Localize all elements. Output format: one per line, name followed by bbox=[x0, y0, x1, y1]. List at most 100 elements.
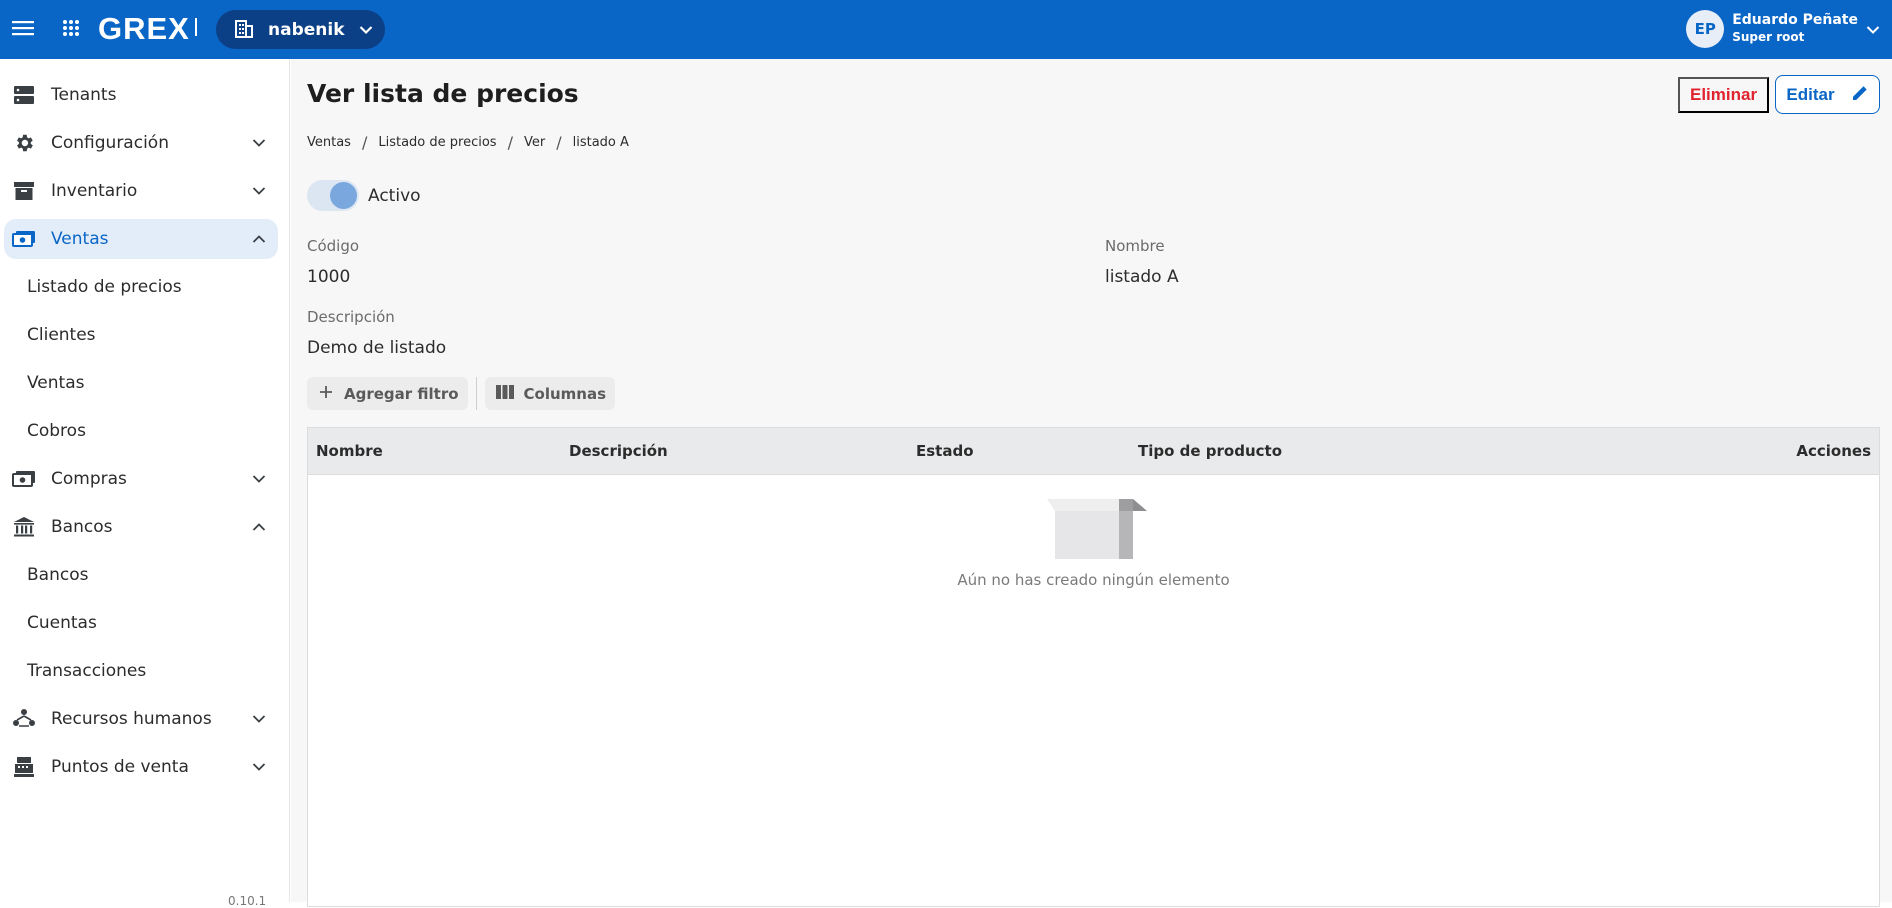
breadcrumb-current: listado A bbox=[572, 135, 629, 150]
user-name: Eduardo Peñate bbox=[1732, 12, 1858, 28]
toolbar-divider bbox=[475, 377, 477, 410]
sidebar-item-label: Bancos bbox=[27, 565, 89, 585]
app-version: 0.10.1 bbox=[228, 894, 267, 908]
breadcrumb-separator: / bbox=[507, 133, 513, 152]
breadcrumb: Ventas / Listado de precios / Ver / list… bbox=[307, 133, 629, 152]
sidebar-subitem-listado-de-precios[interactable]: Listado de precios bbox=[4, 267, 278, 307]
empty-box-icon bbox=[1041, 497, 1153, 561]
name-label: Nombre bbox=[1105, 237, 1165, 255]
column-header-estado[interactable]: Estado bbox=[916, 442, 974, 460]
sidebar-subitem-ventas[interactable]: Ventas bbox=[4, 363, 278, 403]
chevron-down-icon bbox=[1866, 20, 1880, 39]
chevron-down-icon bbox=[359, 20, 373, 39]
breadcrumb-ver[interactable]: Ver bbox=[524, 135, 545, 150]
sidebar-item-label: Cuentas bbox=[27, 613, 97, 633]
delete-button[interactable]: Eliminar bbox=[1678, 77, 1770, 113]
table-toolbar: Agregar filtro Columnas bbox=[307, 377, 616, 410]
column-header-tipo-de-producto[interactable]: Tipo de producto bbox=[1138, 442, 1282, 460]
sidebar-subitem-bancos[interactable]: Bancos bbox=[4, 555, 278, 595]
chevron-down-icon bbox=[250, 470, 268, 488]
apps-grid-icon[interactable] bbox=[58, 15, 84, 41]
user-role: Super root bbox=[1732, 30, 1805, 44]
breadcrumb-listado-de-precios[interactable]: Listado de precios bbox=[378, 135, 496, 150]
page-title: Ver lista de precios bbox=[307, 79, 579, 108]
breadcrumb-ventas[interactable]: Ventas bbox=[307, 135, 351, 150]
sidebar-subitem-clientes[interactable]: Clientes bbox=[4, 315, 278, 355]
column-header-nombre[interactable]: Nombre bbox=[316, 442, 383, 460]
sidebar-item-label: Compras bbox=[51, 469, 127, 489]
breadcrumb-separator: / bbox=[556, 133, 562, 152]
sidebar-item-label: Configuración bbox=[51, 133, 169, 153]
sidebar-item-tenants[interactable]: Tenants bbox=[4, 75, 278, 115]
edit-button-label: Editar bbox=[1786, 84, 1835, 104]
empty-state-text: Aún no has creado ningún elemento bbox=[957, 571, 1230, 589]
add-filter-label: Agregar filtro bbox=[344, 384, 459, 403]
breadcrumb-separator: / bbox=[361, 133, 368, 152]
chevron-down-icon bbox=[250, 758, 268, 776]
sidebar-item-configuracion[interactable]: Configuración bbox=[4, 123, 278, 163]
sidebar-item-label: Transacciones bbox=[27, 661, 147, 681]
sidebar-item-label: Tenants bbox=[51, 85, 117, 105]
active-toggle-label: Activo bbox=[368, 185, 421, 206]
hamburger-menu-icon[interactable] bbox=[10, 15, 36, 41]
sidebar-subitem-cuentas[interactable]: Cuentas bbox=[4, 603, 278, 643]
name-value: listado A bbox=[1105, 267, 1179, 287]
top-app-bar: GREX nabenik EP Eduardo Peñate Super roo… bbox=[0, 0, 1892, 59]
price-list-table: Nombre Descripción Estado Tipo de produc… bbox=[307, 427, 1880, 907]
toggle-knob bbox=[330, 182, 357, 209]
cash-icon bbox=[12, 468, 36, 490]
chevron-up-icon bbox=[250, 230, 268, 248]
building-icon bbox=[234, 18, 254, 42]
empty-state: Aún no has creado ningún elemento bbox=[308, 475, 1879, 605]
app-logo[interactable]: GREX bbox=[98, 11, 190, 47]
sidebar: Tenants Configuración Inventario Ventas … bbox=[0, 59, 290, 908]
sidebar-subitem-cobros[interactable]: Cobros bbox=[4, 411, 278, 451]
tenant-selector[interactable]: nabenik bbox=[216, 10, 385, 49]
archive-icon bbox=[12, 180, 36, 202]
columns-button[interactable]: Columnas bbox=[484, 377, 616, 410]
code-label: Código bbox=[307, 237, 360, 255]
chevron-down-icon bbox=[250, 182, 268, 200]
gear-icon bbox=[12, 132, 36, 154]
add-filter-button[interactable]: Agregar filtro bbox=[307, 377, 468, 410]
cash-icon bbox=[12, 228, 36, 250]
user-menu[interactable]: EP Eduardo Peñate Super root bbox=[1686, 8, 1880, 50]
avatar: EP bbox=[1686, 10, 1725, 48]
table-header: Nombre Descripción Estado Tipo de produc… bbox=[308, 428, 1879, 475]
sidebar-item-label: Puntos de venta bbox=[51, 757, 189, 777]
logo-divider bbox=[195, 18, 197, 36]
sidebar-item-label: Cobros bbox=[27, 421, 86, 441]
sidebar-item-label: Listado de precios bbox=[27, 277, 182, 297]
pencil-icon bbox=[1851, 84, 1869, 105]
sidebar-item-label: Ventas bbox=[51, 229, 109, 249]
tenant-name: nabenik bbox=[268, 19, 345, 40]
sidebar-item-label: Recursos humanos bbox=[51, 709, 212, 729]
main-content: Ver lista de precios Eliminar Editar Ven… bbox=[291, 59, 1892, 907]
description-value: Demo de listado bbox=[307, 338, 447, 358]
sidebar-item-inventario[interactable]: Inventario bbox=[4, 171, 278, 211]
active-toggle[interactable] bbox=[307, 180, 359, 211]
sidebar-item-recursos-humanos[interactable]: Recursos humanos bbox=[4, 699, 278, 739]
chevron-up-icon bbox=[250, 518, 268, 536]
edit-button[interactable]: Editar bbox=[1775, 75, 1880, 114]
sidebar-item-ventas[interactable]: Ventas bbox=[4, 219, 278, 259]
code-value: 1000 bbox=[307, 267, 351, 287]
sidebar-subitem-transacciones[interactable]: Transacciones bbox=[4, 651, 278, 691]
sidebar-item-bancos[interactable]: Bancos bbox=[4, 507, 278, 547]
server-icon bbox=[12, 84, 36, 106]
plus-icon bbox=[318, 384, 334, 404]
sidebar-item-compras[interactable]: Compras bbox=[4, 459, 278, 499]
sidebar-item-label: Ventas bbox=[27, 373, 85, 393]
people-icon bbox=[12, 708, 36, 730]
chevron-down-icon bbox=[250, 134, 268, 152]
sidebar-item-label: Inventario bbox=[51, 181, 138, 201]
active-toggle-group: Activo bbox=[307, 180, 421, 211]
columns-label: Columnas bbox=[523, 384, 607, 403]
column-header-descripcion[interactable]: Descripción bbox=[569, 442, 668, 460]
columns-icon bbox=[495, 384, 514, 403]
cash-register-icon bbox=[12, 756, 36, 778]
sidebar-item-puntos-de-venta[interactable]: Puntos de venta bbox=[4, 747, 278, 787]
column-header-acciones: Acciones bbox=[1796, 442, 1871, 460]
description-label: Descripción bbox=[307, 308, 395, 326]
chevron-down-icon bbox=[250, 710, 268, 728]
